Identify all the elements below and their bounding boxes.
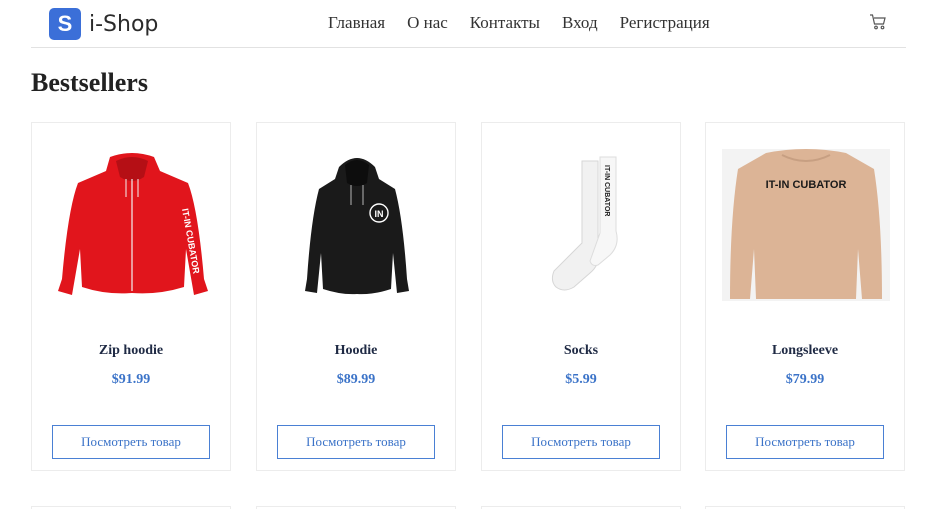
product-card: IT-IN CUBATOR Zip hoodie $91.99 Посмотре… [31,122,231,471]
product-card: IT-IN CUBATOR Socks $5.99 Посмотреть тов… [481,122,681,471]
product-card: IN Hoodie $89.99 Посмотреть товар [256,122,456,471]
product-card: IT-IN CUBATOR Longsleeve $79.99 Посмотре… [705,122,905,471]
product-price: $5.99 [565,372,597,387]
socks-print: IT-IN CUBATOR [603,165,610,216]
product-image-hoodie[interactable]: IN [273,149,441,301]
main-nav: Главная О нас Контакты Вход Регистрация [328,12,732,34]
nav-about[interactable]: О нас [407,12,448,34]
cart-icon[interactable] [869,13,887,31]
nav-home[interactable]: Главная [328,12,385,34]
logo[interactable]: S i-Shop [49,8,158,40]
view-product-button[interactable]: Посмотреть товар [502,425,660,459]
site-header: S i-Shop Главная О нас Контакты Вход Рег… [31,0,906,48]
product-price: $91.99 [111,372,151,387]
view-product-button[interactable]: Посмотреть товар [277,425,435,459]
product-price: $89.99 [336,372,376,387]
longsleeve-print: IT-IN CUBATOR [766,179,847,191]
product-name: Socks [563,343,599,358]
product-name: Longsleeve [771,343,839,358]
nav-login[interactable]: Вход [562,12,598,34]
view-product-button[interactable]: Посмотреть товар [52,425,210,459]
nav-contacts[interactable]: Контакты [470,12,540,34]
logo-badge: S [49,8,81,40]
logo-text: i-Shop [89,11,159,37]
product-image-longsleeve[interactable]: IT-IN CUBATOR [722,149,890,301]
product-price: $79.99 [785,372,825,387]
view-product-button[interactable]: Посмотреть товар [726,425,884,459]
product-image-socks[interactable]: IT-IN CUBATOR [498,149,666,301]
section-title: Bestsellers [31,68,148,97]
product-image-zip-hoodie[interactable]: IT-IN CUBATOR [48,149,216,301]
logo-letter: S [57,11,73,36]
nav-register[interactable]: Регистрация [620,12,710,34]
product-name: Hoodie [334,343,378,358]
hoodie-print: IN [375,209,384,219]
product-name: Zip hoodie [98,343,164,358]
